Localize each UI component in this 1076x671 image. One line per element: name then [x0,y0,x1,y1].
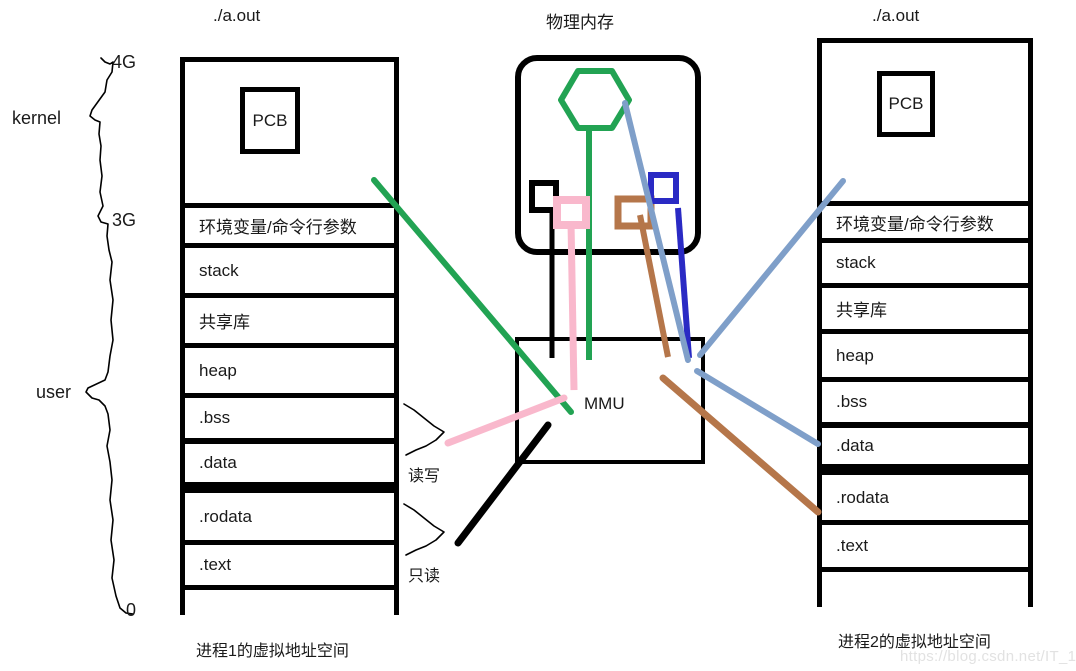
left-program-title: ./a.out [213,6,261,25]
left-rodata-region: .rodata [185,488,394,540]
right-rodata-region: .rodata [822,470,1028,520]
right-env-args-label: 环境变量/命令行参数 [836,214,994,234]
right-bss-label: .bss [836,392,868,411]
address-label-4g: 4G [112,52,137,72]
right-bss-region: .bss [822,377,1028,422]
read-write-label: 读写 [408,468,441,485]
right-rodata-label: .rodata [836,487,889,507]
physical-memory-title: 物理内存 [546,13,614,32]
right-heap-region: heap [822,329,1028,377]
left-stack-label: stack [199,260,239,280]
read-only-bracket [403,503,445,556]
pcb-box-left: PCB [240,87,300,154]
right-env-args-region: 环境变量/命令行参数 [822,201,1028,238]
left-stack-region: stack [185,243,394,293]
left-rodata-label: .rodata [199,506,252,526]
right-program-title: ./a.out [872,6,920,25]
read-only-label: 只读 [408,568,441,585]
mmu-label: MMU [584,394,625,413]
process1-address-space: PCB 环境变量/命令行参数 stack 共享库 heap .bss .data… [180,57,399,615]
right-text-region: .text [822,520,1028,567]
process2-address-space: PCB 环境变量/命令行参数 stack 共享库 heap .bss .data… [817,38,1033,607]
address-label-0: 0 [126,600,137,620]
read-write-bracket [403,403,445,456]
physical-memory-box [515,55,701,255]
right-stack-label: stack [836,253,876,272]
user-space-label: user [36,382,72,402]
right-data-region: .data [822,422,1028,470]
left-shared-lib-label: 共享库 [199,313,250,332]
left-reserved-region [185,585,394,615]
left-env-args-region: 环境变量/命令行参数 [185,203,394,243]
right-reserved-region [822,567,1028,607]
left-heap-region: heap [185,343,394,393]
right-stack-region: stack [822,238,1028,283]
left-data-label: .data [199,453,237,472]
right-shared-lib-region: 共享库 [822,283,1028,329]
right-text-label: .text [836,536,869,555]
pcb-box-right: PCB [877,71,935,137]
left-heap-label: heap [199,360,237,380]
address-label-3g: 3G [112,210,137,230]
process1-caption: 进程1的虚拟地址空间 [196,643,349,660]
left-env-args-label: 环境变量/命令行参数 [199,218,357,237]
left-shared-lib-region: 共享库 [185,293,394,343]
address-range-bracket [85,57,134,615]
right-shared-lib-label: 共享库 [836,301,887,320]
left-data-region: .data [185,438,394,488]
left-text-region: .text [185,540,394,585]
diagram-canvas: ./a.out 物理内存 ./a.out 4G 3G 0 kernel user… [0,0,1076,671]
left-bss-label: .bss [199,408,231,427]
right-data-label: .data [836,436,874,455]
left-text-label: .text [199,555,232,574]
right-heap-label: heap [836,345,874,365]
watermark: https://blog.csdn.net/IT_10 [900,648,1076,665]
kernel-space-label: kernel [12,108,62,128]
left-bss-region: .bss [185,393,394,438]
steelblue-mapping-line-bottom [694,368,821,447]
